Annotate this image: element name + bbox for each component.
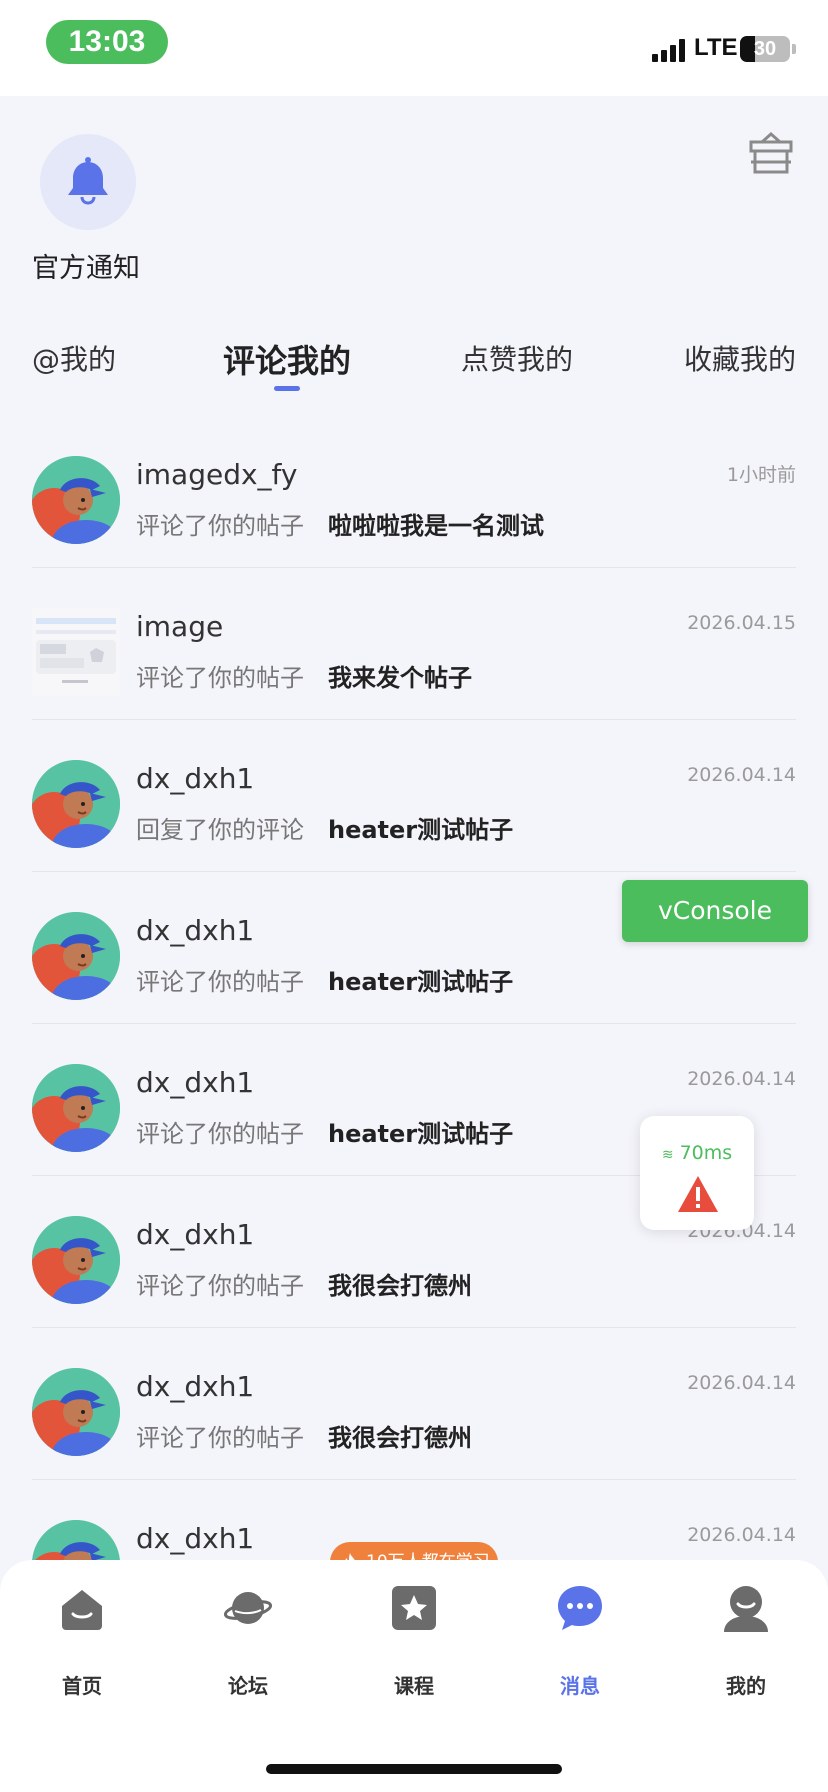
username: image — [136, 610, 224, 643]
list-item[interactable]: imagedx_fy 评论了你的帖子 啦啦啦我是一名测试 1小时前 — [32, 416, 796, 568]
post-title: 我很会打德州 — [328, 1424, 472, 1452]
cartoon-avatar-icon — [32, 456, 120, 544]
post-title: heater测试帖子 — [328, 968, 514, 996]
tab-favorites-me[interactable]: 收藏我的 — [684, 338, 796, 378]
message-time: 1小时前 — [726, 464, 796, 486]
message-time: 2026.04.14 — [687, 1068, 796, 1090]
avatar[interactable] — [32, 456, 120, 544]
home-icon — [62, 1590, 102, 1630]
latency-widget[interactable]: ≋ 70ms — [640, 1116, 754, 1230]
bottom-nav: 首页 论坛 课程 消息 我的 — [0, 1560, 828, 1792]
wifi-icon: ≋ — [661, 1147, 674, 1163]
post-title: heater测试帖子 — [328, 1120, 514, 1148]
cartoon-avatar-icon — [32, 1368, 120, 1456]
post-title: heater测试帖子 — [328, 816, 514, 844]
message-time: 2026.04.14 — [687, 1372, 796, 1394]
action-text: 评论了你的帖子 — [136, 1424, 304, 1452]
action-text: 回复了你的评论 — [136, 816, 304, 844]
username: dx_dxh1 — [136, 1218, 255, 1251]
message-time: 2026.04.14 — [687, 764, 796, 786]
username: dx_dxh1 — [136, 914, 255, 947]
nav-forum[interactable]: 论坛 — [188, 1584, 308, 1698]
course-star-icon — [392, 1586, 436, 1630]
battery-icon: 30 — [740, 36, 790, 62]
gift-icon[interactable] — [748, 130, 794, 174]
message-time: 2026.04.15 — [687, 612, 796, 634]
nav-profile[interactable]: 我的 — [686, 1584, 806, 1698]
official-notice-label[interactable]: 官方通知 — [32, 246, 140, 285]
list-item[interactable]: dx_dxh1 回复了你的评论 heater测试帖子 2026.04.14 — [32, 720, 796, 872]
username: dx_dxh1 — [136, 762, 255, 795]
username: dx_dxh1 — [136, 1522, 255, 1555]
signal-icon — [652, 38, 686, 62]
avatar[interactable] — [32, 1368, 120, 1456]
status-bar: 13:03 LTE 30 — [0, 0, 828, 96]
list-item[interactable]: dx_dxh1 评论了你的帖子 我很会打德州 2026.04.14 — [32, 1328, 796, 1480]
cartoon-avatar-icon — [32, 1064, 120, 1152]
chat-bubble-icon — [558, 1586, 602, 1630]
avatar[interactable] — [32, 608, 120, 696]
tab-comments-me[interactable]: 评论我的 — [223, 336, 351, 382]
action-text: 评论了你的帖子 — [136, 512, 304, 540]
nav-label: 论坛 — [228, 1674, 268, 1698]
battery-cap — [792, 44, 796, 54]
nav-messages[interactable]: 消息 — [520, 1584, 640, 1698]
cartoon-avatar-icon — [32, 1216, 120, 1304]
avatar[interactable] — [32, 1064, 120, 1152]
planet-icon — [224, 1592, 272, 1624]
action-text: 评论了你的帖子 — [136, 1120, 304, 1148]
status-time: 13:03 — [46, 20, 168, 64]
nav-label: 首页 — [62, 1674, 102, 1698]
cartoon-avatar-icon — [32, 912, 120, 1000]
list-item[interactable]: image 评论了你的帖子 我来发个帖子 2026.04.15 — [32, 568, 796, 720]
avatar[interactable] — [32, 1216, 120, 1304]
tab-likes-me[interactable]: 点赞我的 — [461, 338, 573, 378]
network-label: LTE — [694, 34, 738, 61]
warning-icon — [678, 1176, 718, 1212]
username: dx_dxh1 — [136, 1066, 255, 1099]
active-tab-indicator — [274, 386, 300, 391]
nav-home[interactable]: 首页 — [22, 1584, 142, 1698]
username: dx_dxh1 — [136, 1370, 255, 1403]
cartoon-avatar-icon — [32, 760, 120, 848]
bell-icon — [68, 157, 108, 205]
official-notice-button[interactable] — [40, 134, 136, 230]
home-indicator — [266, 1764, 562, 1774]
nav-label: 消息 — [560, 1674, 600, 1698]
nav-label: 课程 — [394, 1674, 434, 1698]
action-text: 评论了你的帖子 — [136, 968, 304, 996]
vconsole-button[interactable]: vConsole — [622, 880, 808, 942]
avatar[interactable] — [32, 912, 120, 1000]
avatar[interactable] — [32, 760, 120, 848]
nav-course[interactable]: 课程 — [354, 1584, 474, 1698]
post-title: 我来发个帖子 — [328, 664, 472, 692]
message-time: 2026.04.14 — [687, 1524, 796, 1546]
tab-at-me[interactable]: @我的 — [32, 338, 116, 378]
username: imagedx_fy — [136, 458, 298, 491]
latency-value: ≋ 70ms — [661, 1142, 733, 1164]
post-title: 啦啦啦我是一名测试 — [328, 512, 544, 540]
nav-label: 我的 — [726, 1674, 766, 1698]
action-text: 评论了你的帖子 — [136, 1272, 304, 1300]
post-title: 我很会打德州 — [328, 1272, 472, 1300]
battery-level: 30 — [753, 38, 777, 60]
profile-icon — [724, 1586, 768, 1632]
image-thumbnail-icon — [36, 618, 116, 683]
action-text: 评论了你的帖子 — [136, 664, 304, 692]
